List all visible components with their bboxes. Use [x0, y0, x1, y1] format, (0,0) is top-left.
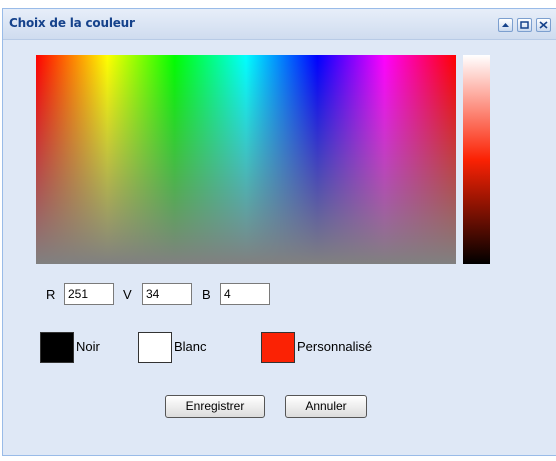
close-icon — [539, 21, 548, 29]
swatch-custom[interactable] — [261, 332, 295, 363]
red-label: R — [46, 287, 56, 302]
green-input[interactable] — [142, 283, 192, 305]
swatch-white[interactable] — [138, 332, 172, 363]
swatch-black-label[interactable]: Noir — [76, 339, 100, 354]
brightness-slider[interactable] — [463, 55, 490, 264]
window-title: Choix de la couleur — [9, 16, 135, 30]
collapse-button[interactable] — [498, 18, 513, 32]
blue-input[interactable] — [220, 283, 270, 305]
maximize-icon — [520, 21, 529, 29]
swatch-black[interactable] — [40, 332, 74, 363]
blue-label: B — [202, 287, 211, 302]
green-label: V — [123, 287, 132, 302]
collapse-icon — [502, 23, 509, 27]
close-button[interactable] — [536, 18, 551, 32]
maximize-button[interactable] — [517, 18, 532, 32]
color-spectrum[interactable] — [36, 55, 456, 264]
window-titlebar[interactable]: Choix de la couleur — [3, 9, 556, 40]
red-input[interactable] — [64, 283, 114, 305]
swatch-custom-label[interactable]: Personnalisé — [297, 339, 372, 354]
save-button[interactable]: Enregistrer — [165, 395, 265, 418]
swatch-white-label[interactable]: Blanc — [174, 339, 207, 354]
cancel-button[interactable]: Annuler — [285, 395, 367, 418]
